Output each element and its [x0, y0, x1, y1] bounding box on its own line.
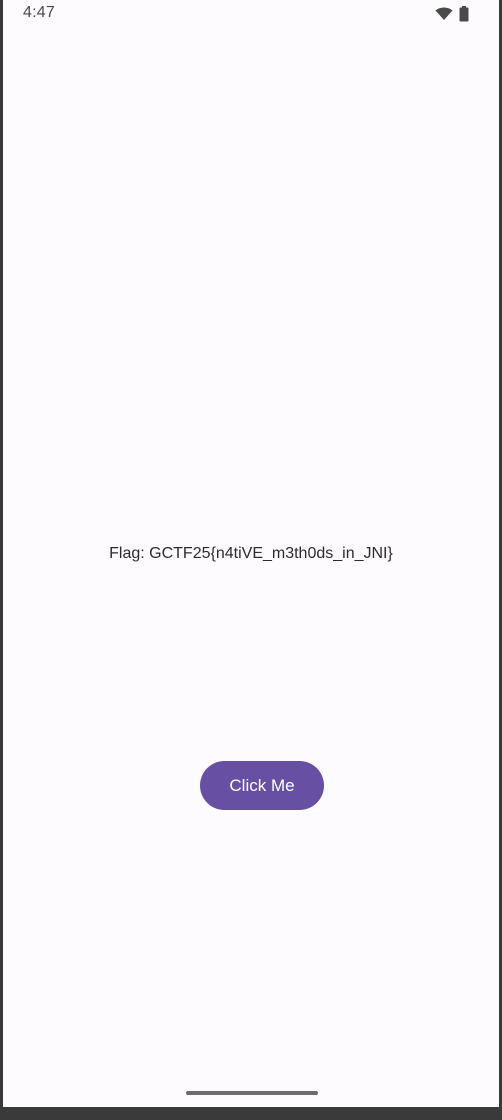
wifi-icon: [435, 7, 453, 21]
flag-text: Flag: GCTF25{n4tiVE_m3th0ds_in_JNI}: [109, 545, 393, 562]
gesture-nav-handle[interactable]: [186, 1091, 318, 1095]
battery-icon: [459, 6, 469, 22]
status-bar: 4:47: [3, 0, 499, 30]
click-me-button[interactable]: Click Me: [200, 761, 324, 810]
status-icons: [435, 6, 469, 22]
status-time: 4:47: [23, 4, 55, 21]
app-screen: 4:47 Flag: GCTF25{n4tiVE_m3th0ds_in_JNI}…: [3, 0, 499, 1107]
